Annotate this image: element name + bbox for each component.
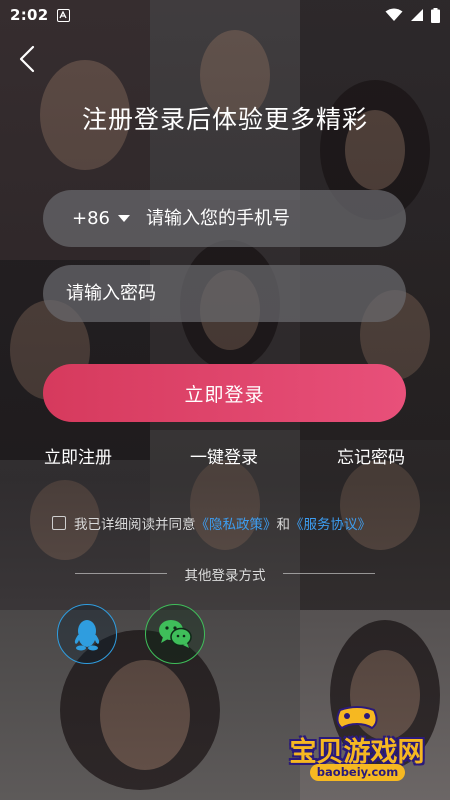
qq-icon [74, 620, 100, 651]
status-time: 2:02 [10, 6, 49, 24]
wifi-icon [385, 8, 403, 21]
phone-input[interactable] [146, 190, 406, 247]
service-agreement-link[interactable]: 《服务协议》 [290, 513, 371, 533]
login-button[interactable]: 立即登录 [43, 364, 406, 422]
a-box-icon [56, 8, 70, 22]
register-link[interactable]: 立即注册 [44, 443, 112, 468]
watermark-logo: 宝贝游戏网 baobeiy.com [272, 700, 442, 788]
caret-down-icon[interactable] [118, 215, 130, 222]
agreement-checkbox[interactable] [52, 516, 66, 530]
page-title: 注册登录后体验更多精彩 [81, 105, 368, 134]
status-bar: 2:02 [0, 0, 450, 30]
gamepad-icon [336, 706, 378, 730]
wechat-login-button[interactable] [145, 604, 205, 664]
password-input[interactable] [66, 265, 406, 322]
phone-field: +86 [43, 190, 406, 247]
back-button[interactable] [14, 44, 40, 74]
forgot-password-link[interactable]: 忘记密码 [337, 443, 405, 468]
country-code-selector[interactable]: +86 [72, 208, 110, 229]
other-login-title: 其他登录方式 [184, 568, 266, 584]
divider-right [283, 573, 375, 574]
agreement-row: 我已详细阅读并同意 《隐私政策》 和 《服务协议》 [52, 513, 371, 533]
watermark-url: baobeiy.com [310, 764, 405, 781]
chevron-left-icon [19, 45, 35, 73]
battery-icon [431, 7, 440, 23]
wechat-icon [159, 620, 192, 648]
status-icons [385, 7, 440, 23]
agreement-and-text: 和 [276, 517, 291, 533]
agreement-text: 我已详细阅读并同意 [74, 517, 196, 533]
qq-login-button[interactable] [57, 604, 117, 664]
privacy-policy-link[interactable]: 《隐私政策》 [196, 513, 277, 533]
one-click-login-link[interactable]: 一键登录 [190, 443, 258, 468]
signal-icon [411, 9, 423, 21]
password-field [43, 265, 406, 322]
